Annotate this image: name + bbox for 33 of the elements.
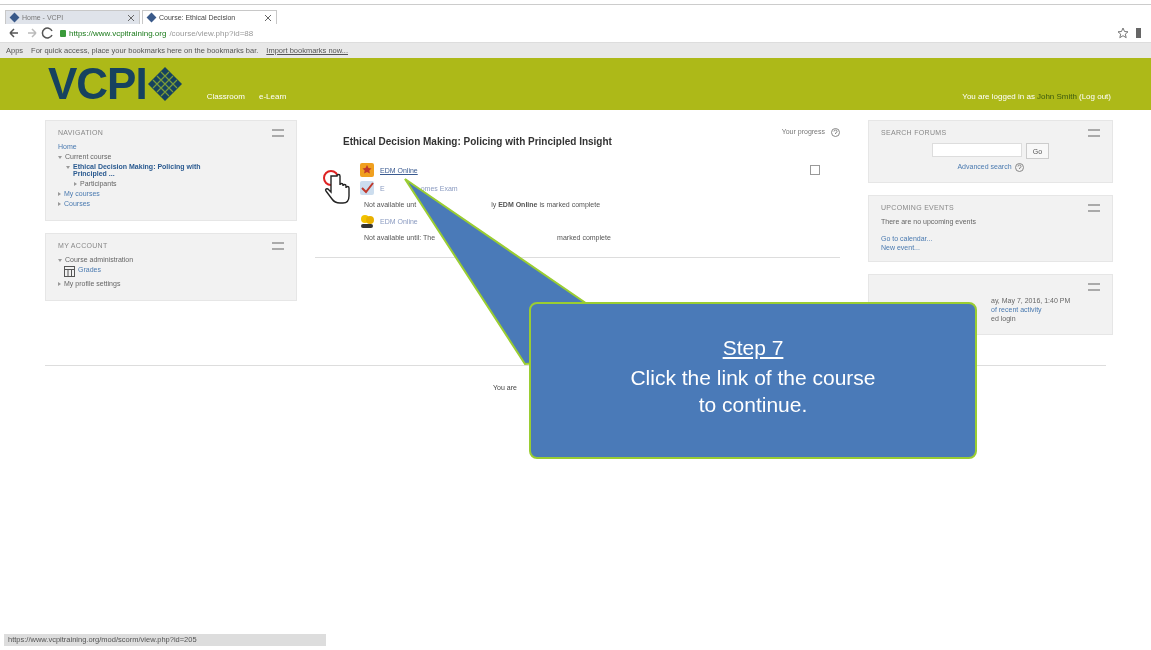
expand-arrow-icon[interactable] <box>74 182 77 186</box>
checkmark-icon <box>360 181 374 195</box>
step-instruction: Click the link of the course to continue. <box>629 365 877 419</box>
completion-checkbox[interactable] <box>810 165 820 175</box>
dock-icon[interactable] <box>272 242 284 250</box>
login-text: You are logged in as <box>962 91 1035 101</box>
logo[interactable]: VCPI <box>48 62 147 106</box>
close-icon[interactable] <box>128 14 134 21</box>
user-link[interactable]: John Smith <box>1036 91 1077 101</box>
package-icon <box>360 163 374 177</box>
star-and-menu-icon[interactable] <box>1117 27 1143 39</box>
hand-cursor-icon <box>323 170 353 206</box>
expand-arrow-icon[interactable] <box>58 192 61 196</box>
expand-arrow-icon[interactable] <box>58 282 61 286</box>
dock-icon[interactable] <box>272 129 284 137</box>
close-icon[interactable] <box>265 14 271 21</box>
expand-arrow-icon[interactable] <box>58 156 62 159</box>
people-icon <box>360 214 374 228</box>
address-bar[interactable]: https://www.vcpitraining.org /course/view.php?id=88 <box>60 26 1111 40</box>
expand-arrow-icon[interactable] <box>58 259 62 262</box>
help-icon[interactable] <box>1014 163 1024 172</box>
expand-arrow-icon[interactable] <box>58 202 61 206</box>
course-title: Ethical Decision Making: Policing with Principled Insight <box>343 136 612 147</box>
dock-icon[interactable] <box>1088 283 1100 291</box>
help-icon[interactable] <box>831 128 840 137</box>
navigation-arrows-icon[interactable] <box>8 27 54 39</box>
table-icon <box>64 266 75 277</box>
expand-arrow-icon[interactable] <box>66 166 70 169</box>
diamond-grid-icon <box>146 66 183 102</box>
dock-icon[interactable] <box>1088 204 1100 212</box>
dock-icon[interactable] <box>1088 129 1100 137</box>
step-title: Step 7 <box>721 336 785 360</box>
search-field[interactable] <box>931 143 1022 157</box>
